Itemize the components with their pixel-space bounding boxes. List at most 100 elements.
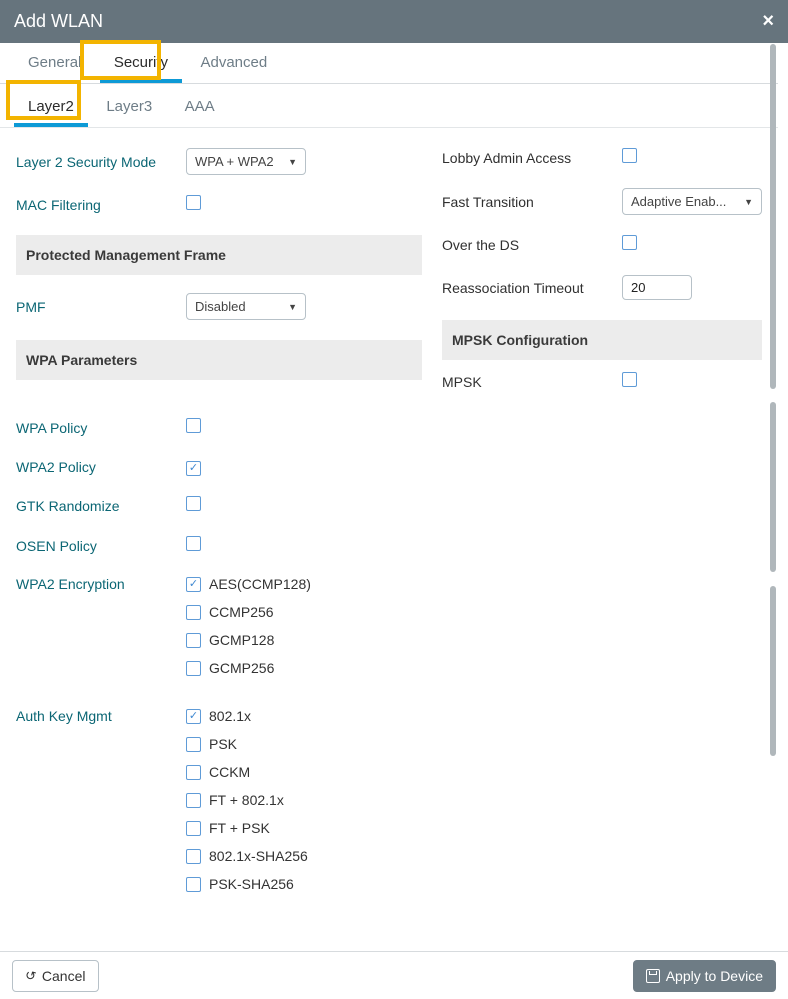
akm-cckm: CCKM [186,764,422,780]
enc-opt-gcmp128: GCMP128 [186,632,422,648]
tabs-secondary: Layer2 Layer3 AAA [0,84,778,128]
enc-opt-aes: AES(CCMP128) [186,576,422,592]
enc-label: GCMP256 [209,660,274,676]
row-fast-transition: Fast Transition Adaptive Enab... ▼ [442,188,762,215]
tab-general[interactable]: General [14,46,95,79]
label-reassoc: Reassociation Timeout [442,280,622,296]
enc-opt-gcmp256: GCMP256 [186,660,422,676]
checkbox-osen[interactable] [186,536,201,551]
akm-8021x-sha256: 802.1x-SHA256 [186,848,422,864]
label-l2-security: Layer 2 Security Mode [16,154,186,170]
input-reassoc-timeout[interactable] [622,275,692,300]
label-pmf: PMF [16,299,186,315]
left-column: Layer 2 Security Mode WPA + WPA2 ▼ MAC F… [16,148,422,924]
row-l2-security: Layer 2 Security Mode WPA + WPA2 ▼ [16,148,422,175]
row-wpa2-policy: WPA2 Policy [16,458,422,476]
akm-label: FT + PSK [209,820,270,836]
caret-down-icon: ▼ [288,157,297,167]
checkbox-gtk[interactable] [186,496,201,511]
select-ft-value: Adaptive Enab... [631,194,726,209]
label-wpa-policy: WPA Policy [16,420,186,436]
scrollbar-thumb[interactable] [770,44,776,389]
row-gtk: GTK Randomize [16,496,422,516]
checkbox-over-ds[interactable] [622,235,637,250]
row-over-ds: Over the DS [442,235,762,255]
checkbox-akm-ft8021x[interactable] [186,793,201,808]
checkbox-enc-ccmp256[interactable] [186,605,201,620]
row-reassoc: Reassociation Timeout [442,275,762,300]
select-fast-transition[interactable]: Adaptive Enab... ▼ [622,188,762,215]
akm-ft8021x: FT + 802.1x [186,792,422,808]
row-lobby: Lobby Admin Access [442,148,762,168]
checkbox-mpsk[interactable] [622,372,637,387]
cancel-label: Cancel [42,968,86,984]
label-over-ds: Over the DS [442,237,622,253]
checkbox-enc-aes[interactable] [186,577,201,592]
scrollbar-thumb[interactable] [770,402,776,572]
tabs-primary: General Security Advanced [0,40,778,84]
label-osen: OSEN Policy [16,538,186,554]
save-icon [646,969,660,983]
scrollbar-thumb[interactable] [770,586,776,756]
dialog-titlebar: Add WLAN × [0,0,788,43]
select-l2-security[interactable]: WPA + WPA2 ▼ [186,148,306,175]
dialog-title: Add WLAN [14,11,103,32]
checkbox-akm-psk[interactable] [186,737,201,752]
close-icon[interactable]: × [762,10,774,33]
enc-label: CCMP256 [209,604,274,620]
checkbox-wpa-policy[interactable] [186,418,201,433]
checkbox-mac-filter[interactable] [186,195,201,210]
tab-layer2[interactable]: Layer2 [14,90,88,127]
akm-label: 802.1x-SHA256 [209,848,308,864]
checkbox-enc-gcmp256[interactable] [186,661,201,676]
header-mpsk: MPSK Configuration [442,320,762,360]
caret-down-icon: ▼ [744,197,753,207]
akm-8021x: 802.1x [186,708,422,724]
checkbox-lobby[interactable] [622,148,637,163]
checkbox-akm-cckm[interactable] [186,765,201,780]
label-akm: Auth Key Mgmt [16,708,186,724]
checkbox-enc-gcmp128[interactable] [186,633,201,648]
checkbox-akm-psk-sha256[interactable] [186,877,201,892]
akm-label: CCKM [209,764,250,780]
checkbox-akm-8021x[interactable] [186,709,201,724]
select-pmf-value: Disabled [195,299,246,314]
label-mac-filter: MAC Filtering [16,197,186,213]
right-column: Lobby Admin Access Fast Transition Adapt… [442,148,762,924]
enc-label: AES(CCMP128) [209,576,311,592]
row-wpa-policy: WPA Policy [16,418,422,438]
row-akm: Auth Key Mgmt 802.1x PSK CCKM FT + 802.1… [16,708,422,904]
caret-down-icon: ▼ [288,302,297,312]
row-osen: OSEN Policy [16,536,422,556]
scroll-area: General Security Advanced Layer2 Layer3 … [0,40,778,951]
akm-label: PSK [209,736,237,752]
tab-advanced[interactable]: Advanced [186,46,281,79]
label-lobby: Lobby Admin Access [442,150,622,166]
tab-security[interactable]: Security [100,46,182,83]
akm-psk: PSK [186,736,422,752]
content: Layer 2 Security Mode WPA + WPA2 ▼ MAC F… [0,128,778,940]
row-wpa2-enc: WPA2 Encryption AES(CCMP128) CCMP256 GCM… [16,576,422,688]
header-wpa-params: WPA Parameters [16,340,422,380]
enc-label: GCMP128 [209,632,274,648]
select-pmf[interactable]: Disabled ▼ [186,293,306,320]
label-wpa2-enc: WPA2 Encryption [16,576,186,592]
apply-button[interactable]: Apply to Device [633,960,776,992]
undo-icon: ↻ [23,966,38,984]
akm-psk-sha256: PSK-SHA256 [186,876,422,892]
checkbox-akm-8021x-sha256[interactable] [186,849,201,864]
label-ft: Fast Transition [442,194,622,210]
checkbox-wpa2-policy[interactable] [186,461,201,476]
row-mac-filter: MAC Filtering [16,195,422,215]
header-pmf: Protected Management Frame [16,235,422,275]
tab-layer3[interactable]: Layer3 [92,90,166,123]
akm-label: PSK-SHA256 [209,876,294,892]
dialog-footer: ↻ Cancel Apply to Device [0,951,788,999]
row-mpsk: MPSK [442,372,762,392]
tab-aaa[interactable]: AAA [171,90,229,123]
apply-label: Apply to Device [666,968,763,984]
cancel-button[interactable]: ↻ Cancel [12,960,99,992]
label-wpa2-policy: WPA2 Policy [16,459,186,475]
checkbox-akm-ftpsk[interactable] [186,821,201,836]
row-pmf: PMF Disabled ▼ [16,293,422,320]
